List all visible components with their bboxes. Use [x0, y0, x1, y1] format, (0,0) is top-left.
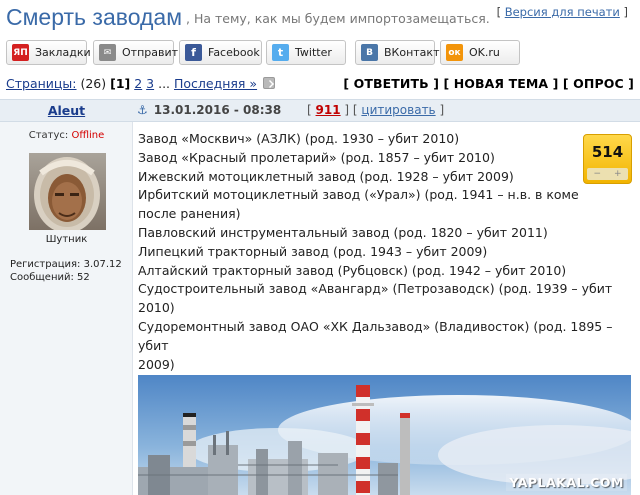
- post-line: Завод «Красный пролетарий» (род. 1857 – …: [138, 149, 495, 165]
- last-page-link[interactable]: Последняя »: [174, 76, 257, 91]
- status-label: Статус:: [28, 130, 72, 141]
- rating-controls: − +: [587, 168, 628, 180]
- twitter-button[interactable]: t Twitter: [266, 40, 346, 65]
- user-rank: Шутник: [45, 234, 88, 245]
- topic-actions: [ ОТВЕТИТЬ ] [ НОВАЯ ТЕМА ] [ ОПРОС ]: [343, 76, 634, 91]
- post-line: Павловский инструментальный завод (род. …: [138, 224, 548, 240]
- post-line: Судоремонтный завод ОАО «ХК Дальзавод» (…: [138, 318, 613, 353]
- page-ellipsis: ...: [158, 76, 171, 91]
- post-line: Липецкий тракторный завод (род. 1943 – у…: [138, 243, 488, 259]
- button-label: Twitter: [295, 46, 332, 59]
- poll-button[interactable]: [ ОПРОС ]: [563, 76, 634, 91]
- post-number-link[interactable]: 911: [316, 103, 341, 117]
- post-line: Алтайский тракторный завод (Рубцовск) (р…: [138, 262, 567, 278]
- odnoklassniki-icon: ок: [446, 44, 463, 61]
- twitter-icon: t: [272, 44, 289, 61]
- vk-icon: В: [361, 44, 378, 61]
- author-name-link[interactable]: Aleut: [48, 103, 85, 118]
- avatar-image: [29, 153, 106, 230]
- post-line: 2010): [138, 300, 175, 316]
- bracket: [: [496, 5, 505, 19]
- message-count: Сообщений: 52: [10, 272, 90, 283]
- status-value: Offline: [71, 130, 105, 141]
- print-version: [ Версия для печати ]: [497, 5, 628, 19]
- quote-link[interactable]: цитировать: [361, 103, 435, 117]
- current-page: [1]: [110, 76, 131, 91]
- button-label: ВКонтакте: [384, 46, 447, 59]
- envelope-icon: ✉: [99, 44, 116, 61]
- post-line: Завод «Москвич» (АЗЛК) (род. 1930 – убит…: [138, 131, 460, 146]
- post-line: Ижевский мотоциклетный завод (род. 1928 …: [138, 168, 514, 184]
- page-count: (26): [76, 76, 111, 91]
- button-label: Закладки: [35, 46, 91, 59]
- post-image[interactable]: YAPLAKAL.COM: [138, 375, 631, 495]
- jump-page-icon[interactable]: [263, 77, 276, 89]
- facebook-button[interactable]: f Facebook: [179, 40, 262, 65]
- registration-date: Регистрация: 3.07.12: [10, 259, 122, 270]
- post-line: после ранения): [138, 206, 241, 222]
- send-button[interactable]: ✉ Отправить: [93, 40, 185, 65]
- post-date: 13.01.2016 - 08:38: [153, 103, 282, 117]
- page-link-2[interactable]: 2: [134, 76, 142, 91]
- yaplakal-icon: ЯП: [12, 44, 29, 61]
- button-label: Отправить: [122, 46, 185, 59]
- post-line: 2009): [138, 356, 175, 372]
- bookmarks-button[interactable]: ЯП Закладки: [6, 40, 91, 65]
- post-text: Завод «Москвич» (АЗЛК) (род. 1930 – убит…: [138, 130, 634, 374]
- facebook-icon: f: [185, 44, 202, 61]
- topic-title: Смерть заводам: [6, 4, 183, 30]
- post-header: Aleut ⚓ 13.01.2016 - 08:38 [ 911 ] [ цити…: [0, 99, 640, 122]
- button-label: OK.ru: [469, 46, 500, 59]
- avatar[interactable]: [29, 153, 106, 230]
- vkontakte-button[interactable]: В ВКонтакте: [355, 40, 446, 65]
- page-link-3[interactable]: 3: [146, 76, 154, 91]
- okru-button[interactable]: ок OK.ru: [440, 40, 520, 65]
- share-bar: ЯП Закладки ✉ Отправить f Facebook t Twitter…: [0, 40, 640, 67]
- watermark: YAPLAKAL.COM: [506, 474, 627, 491]
- pager-row: Страницы: (26) [1] 2 3 ... Последняя » […: [0, 73, 640, 95]
- pages-label-link[interactable]: Страницы:: [6, 76, 77, 91]
- bracket: ]: [619, 5, 628, 19]
- reply-button[interactable]: [ ОТВЕТИТЬ ]: [343, 76, 439, 91]
- anchor-icon[interactable]: ⚓: [137, 103, 148, 117]
- user-sidebar: Статус: Offline Шутник Регистрация: 3.07…: [0, 122, 133, 495]
- post-line: Судостроительный завод «Авангард» (Петро…: [138, 281, 613, 297]
- pagination: Страницы: (26) [1] 2 3 ... Последняя »: [6, 76, 276, 91]
- new-topic-button[interactable]: [ НОВАЯ ТЕМА ]: [443, 76, 558, 91]
- post-line: Ирбитский мотоциклетный завод («Урал») (…: [138, 187, 579, 203]
- user-status: Статус: Offline: [0, 130, 133, 141]
- rate-down-button[interactable]: −: [593, 168, 601, 180]
- topic-subtitle: , На тему, как мы будем импортозамещатьс…: [186, 11, 490, 26]
- author-cell: Aleut: [0, 100, 133, 121]
- post-meta: ⚓ 13.01.2016 - 08:38 [ 911 ] [ цитировать…: [137, 100, 444, 121]
- post-number-wrap: [ 911 ] [ цитировать ]: [307, 103, 445, 117]
- print-version-link[interactable]: Версия для печати: [505, 5, 620, 19]
- title-row: Смерть заводам , На тему, как мы будем и…: [0, 0, 640, 36]
- button-label: Facebook: [208, 46, 260, 59]
- rating-value: 514: [591, 143, 624, 161]
- post-rating: 514 − +: [583, 134, 632, 184]
- rate-up-button[interactable]: +: [614, 168, 622, 180]
